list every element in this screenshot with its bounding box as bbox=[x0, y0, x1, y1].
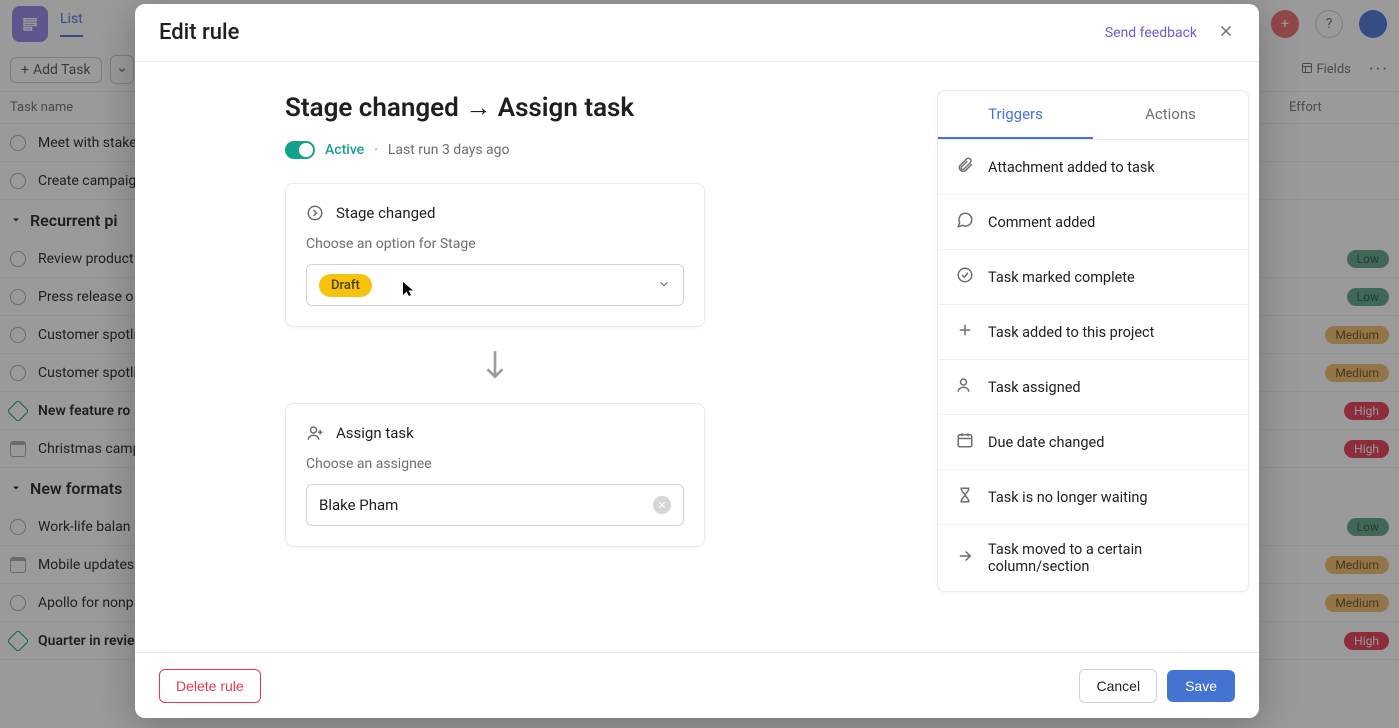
trigger-option[interactable]: Task moved to a certain column/section bbox=[938, 525, 1248, 591]
modal-header: Edit rule Send feedback bbox=[135, 4, 1259, 62]
active-toggle[interactable] bbox=[285, 141, 315, 159]
assignee-value: Blake Pham bbox=[319, 496, 398, 514]
action-title: Assign task bbox=[336, 424, 414, 442]
edit-rule-modal: Edit rule Send feedback Stage changed → … bbox=[135, 4, 1259, 718]
date-icon bbox=[956, 431, 974, 453]
assign-task-icon bbox=[306, 424, 324, 442]
rule-title: Stage changed → Assign task bbox=[285, 92, 907, 123]
modal-title: Edit rule bbox=[159, 20, 239, 45]
cancel-button[interactable]: Cancel bbox=[1079, 669, 1157, 703]
rule-side-panel: Triggers Actions Attachment added to tas… bbox=[927, 62, 1259, 652]
move-icon bbox=[956, 547, 974, 569]
save-button[interactable]: Save bbox=[1167, 670, 1235, 702]
trigger-option[interactable]: Comment added bbox=[938, 195, 1248, 250]
complete-icon bbox=[956, 266, 974, 288]
rule-status: Active · Last run 3 days ago bbox=[285, 141, 907, 159]
comment-icon bbox=[956, 211, 974, 233]
stage-dropdown[interactable]: Draft bbox=[306, 264, 684, 306]
side-tabs: Triggers Actions bbox=[938, 91, 1248, 140]
clear-assignee-icon[interactable]: ✕ bbox=[653, 496, 671, 514]
trigger-option[interactable]: Task assigned bbox=[938, 360, 1248, 415]
cursor-icon bbox=[402, 281, 416, 297]
trigger-option-label: Due date changed bbox=[988, 434, 1104, 451]
close-icon[interactable] bbox=[1217, 21, 1235, 45]
attachment-icon bbox=[956, 156, 974, 178]
modal-footer: Delete rule Cancel Save bbox=[135, 652, 1259, 718]
action-card: Assign task Choose an assignee Blake Pha… bbox=[285, 403, 705, 547]
assign-icon bbox=[956, 376, 974, 398]
trigger-option-label: Comment added bbox=[988, 214, 1095, 231]
wait-icon bbox=[956, 486, 974, 508]
stage-value-pill: Draft bbox=[319, 274, 372, 297]
trigger-card: Stage changed Choose an option for Stage… bbox=[285, 183, 705, 327]
status-active-label: Active bbox=[325, 142, 364, 158]
trigger-option-label: Task moved to a certain column/section bbox=[988, 541, 1230, 575]
trigger-subtitle: Choose an option for Stage bbox=[306, 236, 684, 252]
trigger-option[interactable]: Attachment added to task bbox=[938, 140, 1248, 195]
trigger-option-label: Attachment added to task bbox=[988, 159, 1155, 176]
stage-changed-icon bbox=[306, 204, 324, 222]
trigger-option[interactable]: Due date changed bbox=[938, 415, 1248, 470]
action-subtitle: Choose an assignee bbox=[306, 456, 684, 472]
tab-actions[interactable]: Actions bbox=[1093, 91, 1248, 139]
trigger-option[interactable]: Task is no longer waiting bbox=[938, 470, 1248, 525]
tab-triggers[interactable]: Triggers bbox=[938, 91, 1093, 139]
status-last-run: Last run 3 days ago bbox=[388, 142, 510, 158]
trigger-option-label: Task is no longer waiting bbox=[988, 489, 1148, 506]
trigger-option-label: Task assigned bbox=[988, 379, 1081, 396]
delete-rule-button[interactable]: Delete rule bbox=[159, 669, 261, 703]
trigger-title: Stage changed bbox=[336, 204, 435, 222]
trigger-option-label: Task added to this project bbox=[988, 324, 1154, 341]
rule-editor: Stage changed → Assign task Active · Las… bbox=[135, 62, 927, 652]
trigger-option-label: Task marked complete bbox=[988, 269, 1135, 286]
chevron-down-icon bbox=[657, 276, 671, 295]
flow-arrow-icon bbox=[285, 327, 705, 403]
plus-icon bbox=[956, 321, 974, 343]
send-feedback-link[interactable]: Send feedback bbox=[1105, 25, 1197, 41]
trigger-option[interactable]: Task marked complete bbox=[938, 250, 1248, 305]
assignee-input[interactable]: Blake Pham ✕ bbox=[306, 484, 684, 526]
trigger-option[interactable]: Task added to this project bbox=[938, 305, 1248, 360]
